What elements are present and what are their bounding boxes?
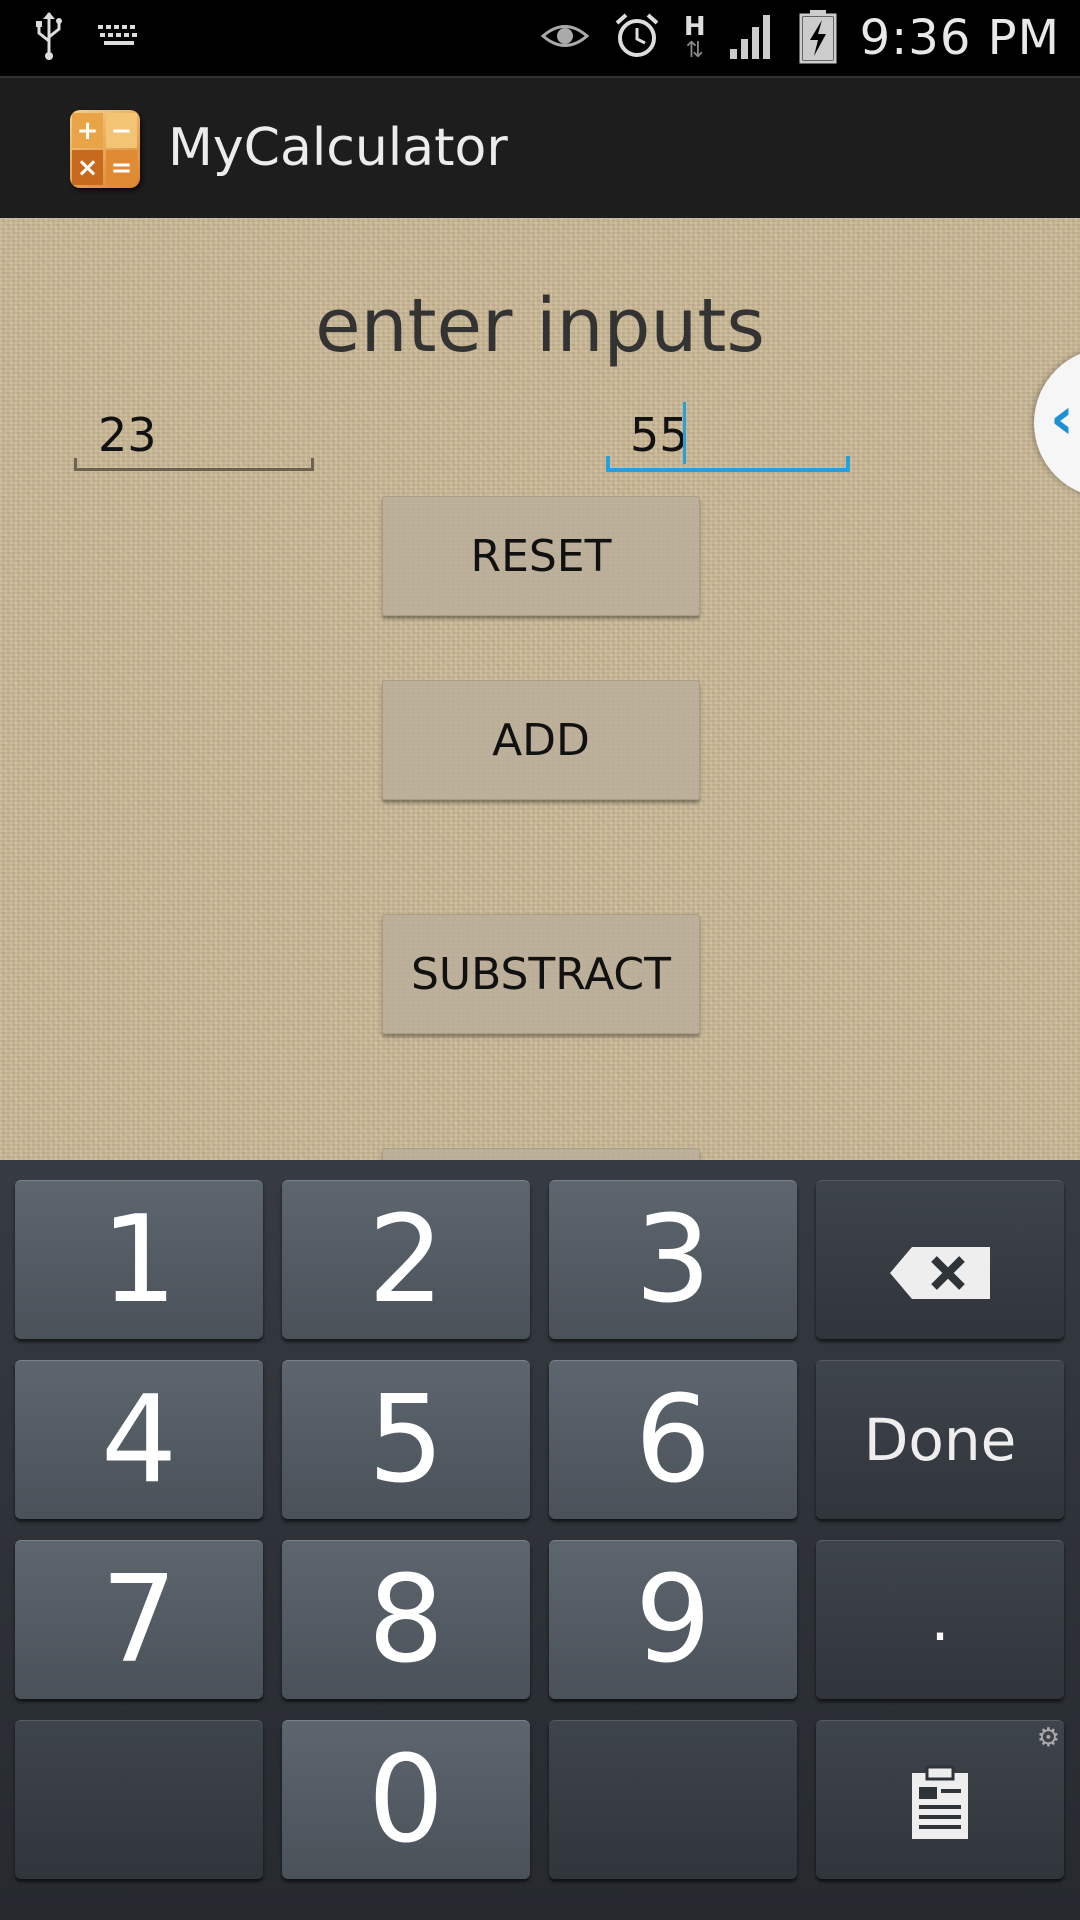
action-bar: + − × = MyCalculator — [0, 76, 1080, 220]
first-number-input[interactable]: 23 — [74, 398, 314, 471]
blank-key-left[interactable] — [15, 1720, 263, 1879]
key-4[interactable]: 4 — [15, 1360, 263, 1519]
chevron-left-icon: ‹ — [1050, 384, 1074, 452]
numeric-keyboard: 1 2 3 4 5 6 Done 7 8 9 . 0 ⚙ — [0, 1160, 1080, 1920]
page-heading: enter inputs — [315, 283, 765, 369]
side-panel-handle[interactable]: ‹ — [1034, 348, 1080, 498]
text-cursor — [683, 402, 686, 464]
key-5[interactable]: 5 — [282, 1360, 530, 1519]
blank-key-right[interactable] — [549, 1720, 797, 1879]
key-8[interactable]: 8 — [282, 1540, 530, 1699]
battery-charging-icon — [798, 8, 838, 68]
main-content: enter inputs 23 55 RESET ADD SUBSTRACT ‹ — [0, 218, 1080, 1160]
key-1[interactable]: 1 — [15, 1180, 263, 1339]
app-icon-plus: + — [72, 113, 103, 148]
key-2[interactable]: 2 — [282, 1180, 530, 1339]
key-9[interactable]: 9 — [549, 1540, 797, 1699]
done-key[interactable]: Done — [816, 1360, 1064, 1519]
reset-button[interactable]: RESET — [382, 496, 700, 616]
clock-time: 9:36 PM — [859, 10, 1060, 66]
settings-gear-icon: ⚙ — [1036, 1723, 1060, 1753]
signal-icon — [728, 11, 776, 65]
done-key-label: Done — [863, 1406, 1017, 1474]
backspace-icon — [888, 1191, 992, 1330]
app-title: MyCalculator — [168, 118, 508, 178]
network-h-icon: H ⇅ — [683, 12, 706, 63]
usb-icon — [34, 11, 64, 65]
add-button[interactable]: ADD — [382, 680, 700, 800]
status-bar: H ⇅ 9:36 PM — [0, 0, 1080, 76]
second-number-input[interactable]: 55 — [606, 398, 850, 472]
clipboard-key[interactable]: ⚙ — [816, 1720, 1064, 1879]
calculator-app-icon: + − × = — [70, 110, 140, 188]
backspace-key[interactable] — [816, 1180, 1064, 1339]
key-0[interactable]: 0 — [282, 1720, 530, 1879]
key-3[interactable]: 3 — [549, 1180, 797, 1339]
key-7[interactable]: 7 — [15, 1540, 263, 1699]
app-icon-equals: = — [106, 150, 137, 185]
first-number-value: 23 — [98, 408, 157, 462]
network-type-label: H — [683, 12, 706, 42]
key-6[interactable]: 6 — [549, 1360, 797, 1519]
partially-hidden-button[interactable] — [382, 1148, 700, 1160]
decimal-point-key[interactable]: . — [816, 1540, 1064, 1699]
keyboard-icon — [96, 21, 142, 55]
app-icon-times: × — [72, 150, 103, 185]
eye-icon — [540, 19, 590, 57]
subtract-button[interactable]: SUBSTRACT — [382, 914, 700, 1034]
second-number-value: 55 — [630, 408, 689, 462]
alarm-icon — [612, 11, 662, 65]
clipboard-icon — [909, 1731, 971, 1870]
app-icon-minus: − — [106, 113, 137, 148]
